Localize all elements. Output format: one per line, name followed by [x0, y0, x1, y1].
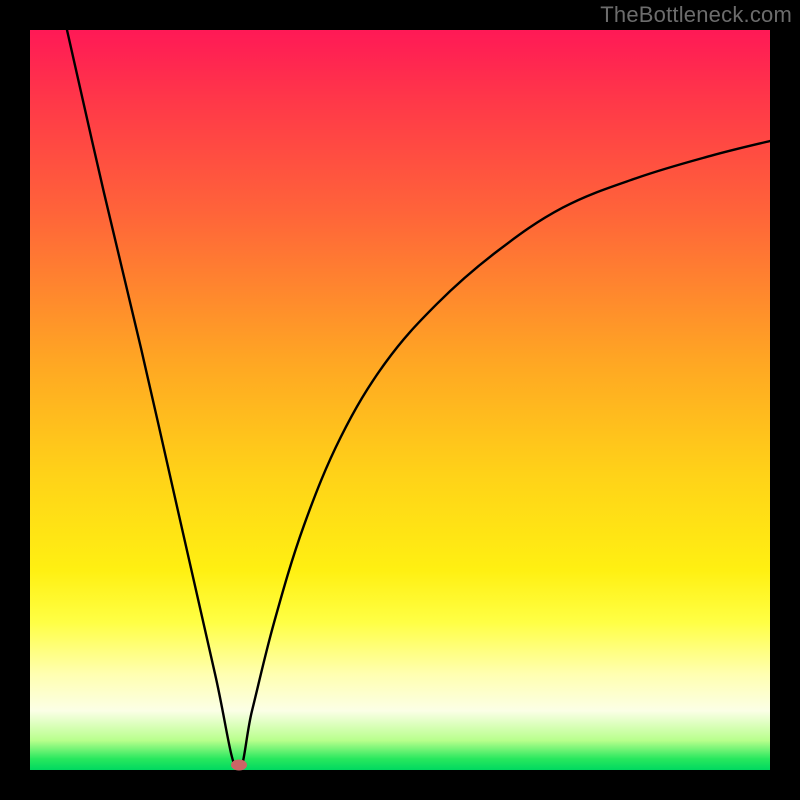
optimum-marker [231, 759, 247, 770]
watermark-text: TheBottleneck.com [600, 2, 792, 28]
curve-path [67, 30, 770, 770]
chart-frame: TheBottleneck.com [0, 0, 800, 800]
plot-area [30, 30, 770, 770]
bottleneck-curve [30, 30, 770, 770]
